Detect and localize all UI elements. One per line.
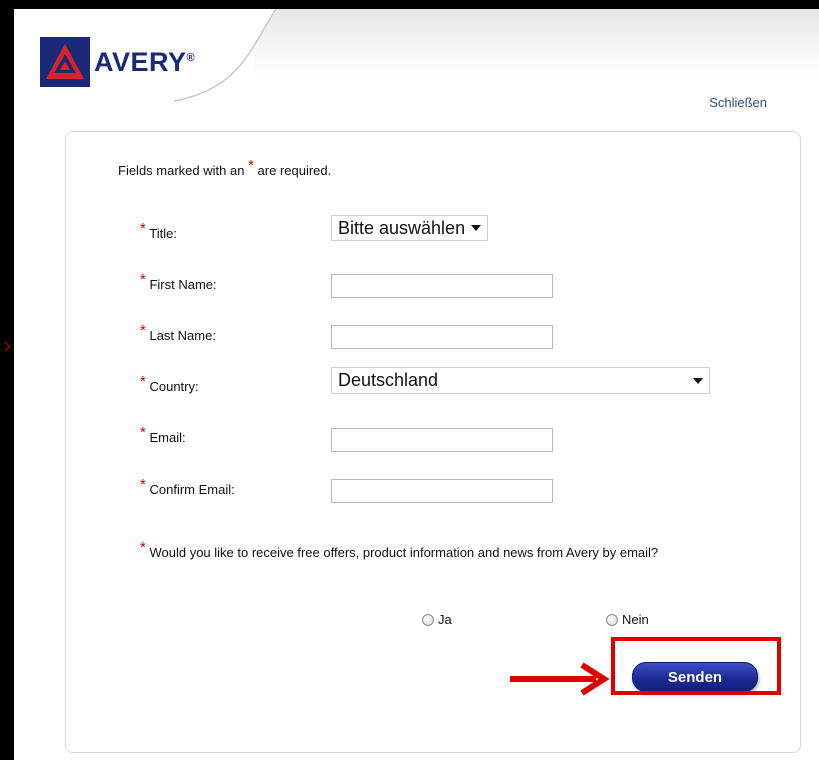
confirm-email-input[interactable] (331, 479, 553, 503)
title-select[interactable]: Bitte auswählen (331, 215, 489, 241)
close-link[interactable]: Schließen (709, 95, 767, 110)
confirm-email-label: * Confirm Email: (140, 476, 235, 497)
first-name-input[interactable] (331, 274, 553, 298)
country-label: * Country: (140, 373, 199, 394)
avery-logo: AVERY® (40, 35, 195, 89)
required-star: * (248, 157, 254, 174)
required-fields-note: Fields marked with an * are required. (118, 157, 332, 178)
last-name-input[interactable] (331, 325, 553, 349)
popup-page: AVERY® Schließen Fields marked with an *… (14, 9, 819, 760)
first-name-label: * First Name: (140, 271, 217, 292)
chevron-down-icon (471, 225, 482, 231)
email-input[interactable] (331, 428, 553, 452)
optin-yes-label: Ja (438, 612, 452, 627)
email-label: * Email: (140, 424, 186, 445)
last-name-label: * Last Name: (140, 322, 216, 343)
title-label: * Title: (140, 220, 177, 241)
country-select[interactable]: Deutschland (331, 367, 710, 394)
avery-logo-icon (40, 37, 90, 87)
arrow-icon (510, 662, 610, 696)
radio-yes[interactable] (422, 613, 434, 626)
optin-no-option[interactable]: Nein (606, 612, 649, 627)
optin-question: * Would you like to receive free offers,… (140, 539, 659, 560)
optin-yes-option[interactable]: Ja (422, 612, 452, 627)
chevron-down-icon (693, 377, 703, 384)
highlight-box (611, 637, 781, 695)
header-band (254, 9, 819, 79)
optin-no-label: Nein (622, 612, 649, 627)
radio-no[interactable] (606, 613, 618, 626)
logo-text: AVERY® (94, 46, 196, 77)
